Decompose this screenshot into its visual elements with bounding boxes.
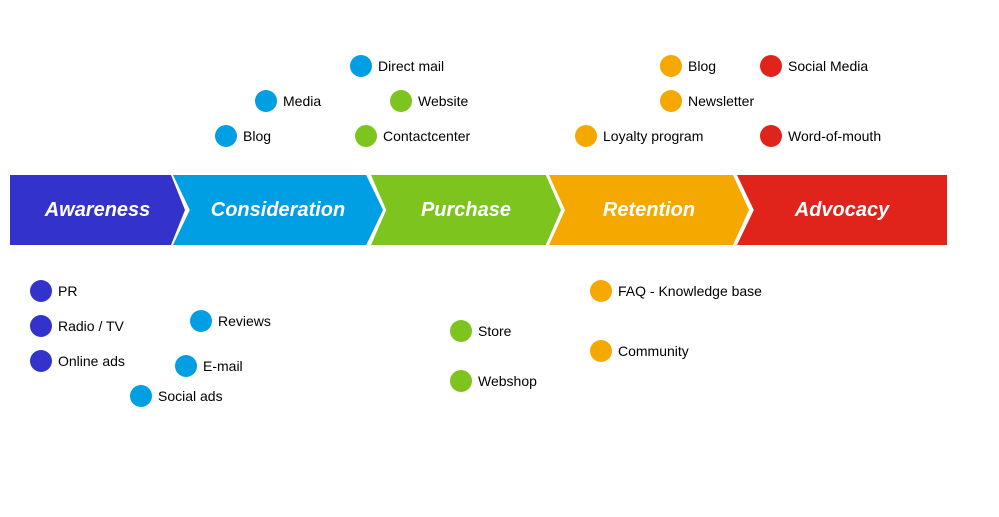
dot-item-website: Website [390,90,468,112]
dot-social-ads [130,385,152,407]
label-faq-knowledge: FAQ - Knowledge base [618,283,762,299]
dot-item-radio-tv: Radio / TV [30,315,124,337]
step-purchase: Purchase [371,175,561,245]
dot-contactcenter [355,125,377,147]
dot-item-blog-top-left: Blog [215,125,271,147]
dot-item-store: Store [450,320,511,342]
label-website: Website [418,93,468,109]
label-email: E-mail [203,358,243,374]
dot-radio-tv [30,315,52,337]
dot-loyalty-program [575,125,597,147]
dot-item-blog-top-right: Blog [660,55,716,77]
dot-reviews [190,310,212,332]
dot-item-reviews: Reviews [190,310,271,332]
label-loyalty-program: Loyalty program [603,128,703,144]
label-blog-top-right: Blog [688,58,716,74]
dot-online-ads [30,350,52,372]
dot-item-media: Media [255,90,321,112]
dot-word-of-mouth [760,125,782,147]
dot-item-pr: PR [30,280,77,302]
dot-website [390,90,412,112]
dot-item-word-of-mouth: Word-of-mouth [760,125,881,147]
label-store: Store [478,323,511,339]
page-container: Awareness Consideration Purchase Retenti… [0,0,999,517]
funnel-row: Awareness Consideration Purchase Retenti… [10,175,990,245]
label-community: Community [618,343,689,359]
dot-item-loyalty-program: Loyalty program [575,125,703,147]
label-newsletter: Newsletter [688,93,754,109]
dot-item-social-ads: Social ads [130,385,223,407]
dot-social-media [760,55,782,77]
dot-newsletter [660,90,682,112]
label-online-ads: Online ads [58,353,125,369]
label-direct-mail: Direct mail [378,58,444,74]
dot-item-contactcenter: Contactcenter [355,125,470,147]
label-webshop: Webshop [478,373,537,389]
label-contactcenter: Contactcenter [383,128,470,144]
step-retention: Retention [549,175,749,245]
label-word-of-mouth: Word-of-mouth [788,128,881,144]
dot-item-community: Community [590,340,689,362]
dot-item-webshop: Webshop [450,370,537,392]
label-social-media: Social Media [788,58,868,74]
dot-blog-top-right [660,55,682,77]
label-radio-tv: Radio / TV [58,318,124,334]
step-consideration: Consideration [173,175,383,245]
dot-item-faq-knowledge: FAQ - Knowledge base [590,280,762,302]
dot-item-email: E-mail [175,355,243,377]
dot-community [590,340,612,362]
label-social-ads: Social ads [158,388,223,404]
dot-media [255,90,277,112]
dot-blog-top-left [215,125,237,147]
dot-faq-knowledge [590,280,612,302]
label-reviews: Reviews [218,313,271,329]
dot-item-online-ads: Online ads [30,350,125,372]
dot-store [450,320,472,342]
dot-webshop [450,370,472,392]
dot-item-direct-mail: Direct mail [350,55,444,77]
label-blog-top-left: Blog [243,128,271,144]
label-media: Media [283,93,321,109]
label-pr: PR [58,283,77,299]
dot-pr [30,280,52,302]
dot-item-newsletter: Newsletter [660,90,754,112]
step-awareness: Awareness [10,175,185,245]
step-advocacy: Advocacy [737,175,947,245]
dot-direct-mail [350,55,372,77]
dot-email [175,355,197,377]
dot-item-social-media: Social Media [760,55,868,77]
